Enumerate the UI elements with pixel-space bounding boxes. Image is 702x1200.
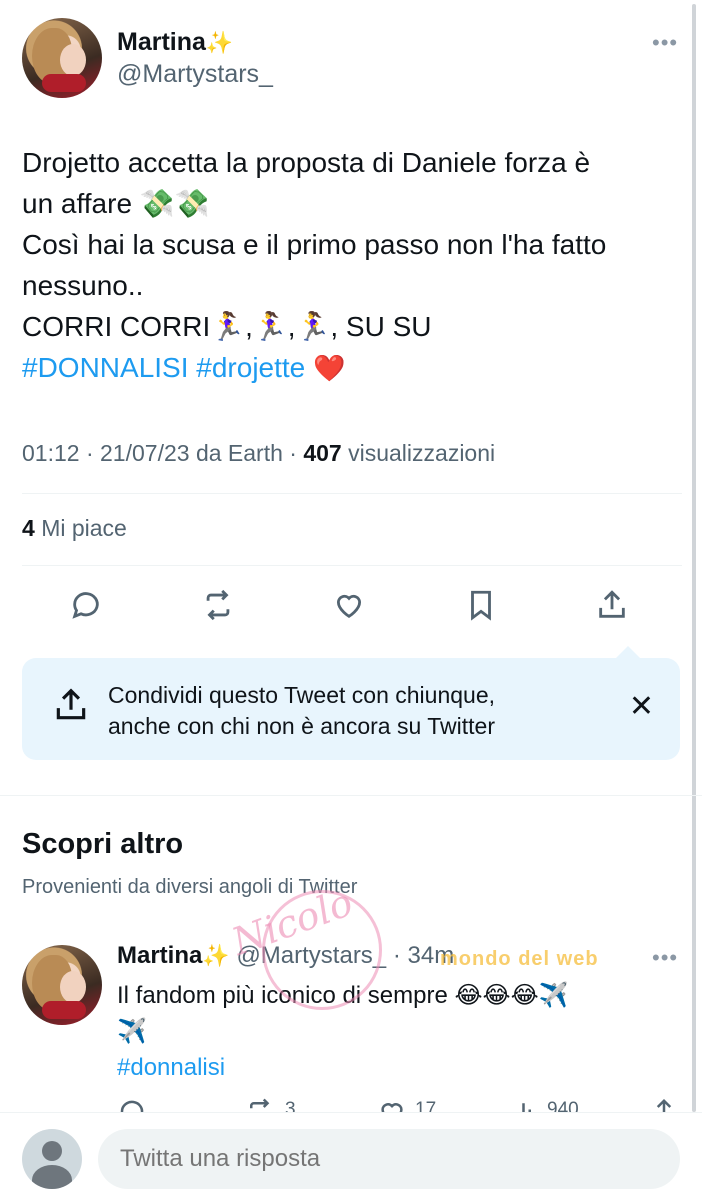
tweet-line: nessuno.. xyxy=(22,270,144,301)
author-name-row[interactable]: Martina✨ xyxy=(117,28,233,57)
hashtag-line: #DONNALISI #drojette ❤️ xyxy=(22,347,682,389)
related-tweet-line: ✈️ xyxy=(117,1018,147,1045)
likes-summary[interactable]: 4 Mi piace xyxy=(22,515,127,542)
related-tweet-line: Il fandom più iconico di sempre 😂😂😂✈️ xyxy=(117,982,569,1009)
author-handle[interactable]: @Martystars_ xyxy=(117,60,273,89)
tweet-line: Così hai la scusa e il primo passo non l… xyxy=(22,229,607,260)
related-tweet-actions: 3 17 940 xyxy=(117,1093,677,1113)
hashtag-link[interactable]: #DONNALISI xyxy=(22,352,189,383)
tweet-line: Drojetto accetta la proposta di Daniele … xyxy=(22,147,591,178)
related-author-name[interactable]: Martina xyxy=(117,942,202,969)
author-avatar[interactable] xyxy=(22,18,102,98)
share-button[interactable] xyxy=(592,585,632,625)
share-prompt-line: anche con chi non è ancora su Twitter xyxy=(108,713,495,739)
share-prompt-line: Condividi questo Tweet con chiunque, xyxy=(108,682,496,708)
user-avatar[interactable] xyxy=(22,1129,82,1189)
tweet-source: da Earth xyxy=(195,440,283,466)
more-options-icon[interactable]: ••• xyxy=(652,30,678,56)
discover-title: Scopri altro xyxy=(22,828,184,860)
more-options-icon[interactable]: ••• xyxy=(652,945,678,971)
tweet-line: un affare 💸💸 xyxy=(22,188,210,219)
share-icon xyxy=(599,590,625,618)
share-prompt-icon xyxy=(52,686,90,729)
retweet-count: 3 xyxy=(285,1099,296,1113)
bookmark-button[interactable] xyxy=(461,585,501,625)
tweet-date[interactable]: 21/07/23 xyxy=(100,440,190,466)
views-count: 940 xyxy=(547,1099,579,1113)
retweet-icon[interactable] xyxy=(245,1097,275,1113)
reply-input[interactable] xyxy=(98,1129,680,1189)
heart-icon xyxy=(336,594,362,618)
tweet-time[interactable]: 01:12 xyxy=(22,440,80,466)
reply-bar xyxy=(0,1112,702,1200)
heart-icon[interactable] xyxy=(377,1097,407,1113)
reply-button[interactable] xyxy=(66,585,106,625)
sparkle-emoji: ✨ xyxy=(205,30,234,55)
section-divider xyxy=(0,795,702,796)
reply-icon xyxy=(72,592,99,619)
divider xyxy=(22,493,682,494)
divider xyxy=(22,565,682,566)
likes-count: 4 xyxy=(22,515,35,541)
bookmark-icon xyxy=(471,590,491,621)
share-prompt-text: Condividi questo Tweet con chiunque, anc… xyxy=(108,680,495,742)
tweet-line: CORRI CORRI🏃‍♀️,🏃‍♀️,🏃‍♀️, SU SU xyxy=(22,311,432,342)
related-tweet-text: Il fandom più iconico di sempre 😂😂😂✈️ ✈️… xyxy=(117,978,677,1086)
retweet-icon xyxy=(206,589,230,621)
heart-emoji: ❤️ xyxy=(313,353,346,383)
scrollbar[interactable] xyxy=(692,4,696,1112)
views-label: visualizzazioni xyxy=(348,440,496,466)
like-count: 17 xyxy=(415,1099,437,1113)
share-icon[interactable] xyxy=(649,1097,677,1113)
tweet-meta: 01:12 · 21/07/23 da Earth · 407 visualiz… xyxy=(22,440,496,466)
watermark-site: mondo del web xyxy=(440,948,599,970)
share-tooltip-arrow xyxy=(616,646,640,658)
hashtag-link[interactable]: #drojette xyxy=(196,352,305,383)
sparkle-emoji: ✨ xyxy=(202,943,230,968)
retweet-button[interactable] xyxy=(198,585,238,625)
likes-label: Mi piace xyxy=(41,515,127,541)
reply-icon[interactable] xyxy=(117,1097,147,1113)
like-button[interactable] xyxy=(329,585,369,625)
author-name[interactable]: Martina xyxy=(117,28,206,56)
hashtag-link[interactable]: #donnalisi xyxy=(117,1050,677,1086)
separator-dot: · xyxy=(392,942,401,969)
views-icon[interactable] xyxy=(511,1097,541,1113)
views-count: 407 xyxy=(303,440,342,466)
share-prompt: Condividi questo Tweet con chiunque, anc… xyxy=(22,658,680,760)
tweet-text: Drojetto accetta la proposta di Daniele … xyxy=(22,142,682,389)
related-author-avatar[interactable] xyxy=(22,945,102,1025)
close-icon[interactable]: ✕ xyxy=(629,692,654,722)
